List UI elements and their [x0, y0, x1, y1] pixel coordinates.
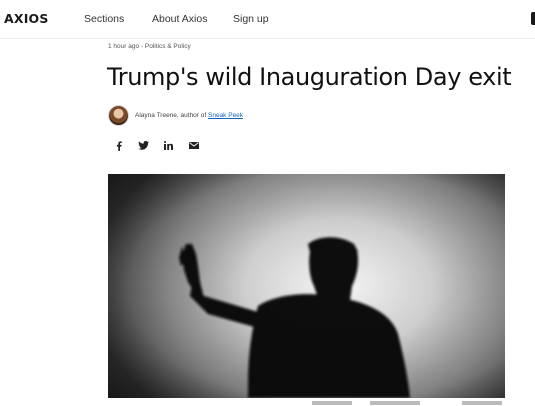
article-headline: Trump's wild Inauguration Day exit [107, 63, 512, 91]
share-bar [112, 140, 200, 151]
author-avatar[interactable] [108, 104, 129, 126]
author-name: Alayna Treene, author of [135, 111, 208, 119]
nav-about-link[interactable]: About Axios [152, 13, 207, 25]
byline: Alayna Treene, author of Sneak Peek [108, 104, 243, 126]
byline-text: Alayna Treene, author of Sneak Peek [135, 112, 243, 119]
email-icon[interactable] [187, 140, 200, 151]
hero-image [108, 174, 505, 398]
newsletter-link[interactable]: Sneak Peek [208, 112, 243, 119]
linkedin-icon[interactable] [162, 140, 175, 151]
article-timestamp: 1 hour ago - Politics & Policy [108, 43, 191, 50]
next-content-preview [370, 401, 420, 405]
nav-sections-link[interactable]: Sections [84, 13, 124, 25]
next-content-preview [462, 401, 502, 405]
nav-signup-link[interactable]: Sign up [233, 13, 269, 25]
axios-logo[interactable]: AXIOS [4, 11, 49, 26]
below-image-strip [0, 400, 535, 406]
menu-icon[interactable] [531, 12, 535, 25]
waving-silhouette [108, 174, 505, 398]
top-navigation-bar: AXIOS Sections About Axios Sign up [0, 0, 535, 39]
next-content-preview [312, 401, 352, 405]
twitter-icon[interactable] [137, 140, 150, 151]
facebook-icon[interactable] [112, 140, 125, 151]
